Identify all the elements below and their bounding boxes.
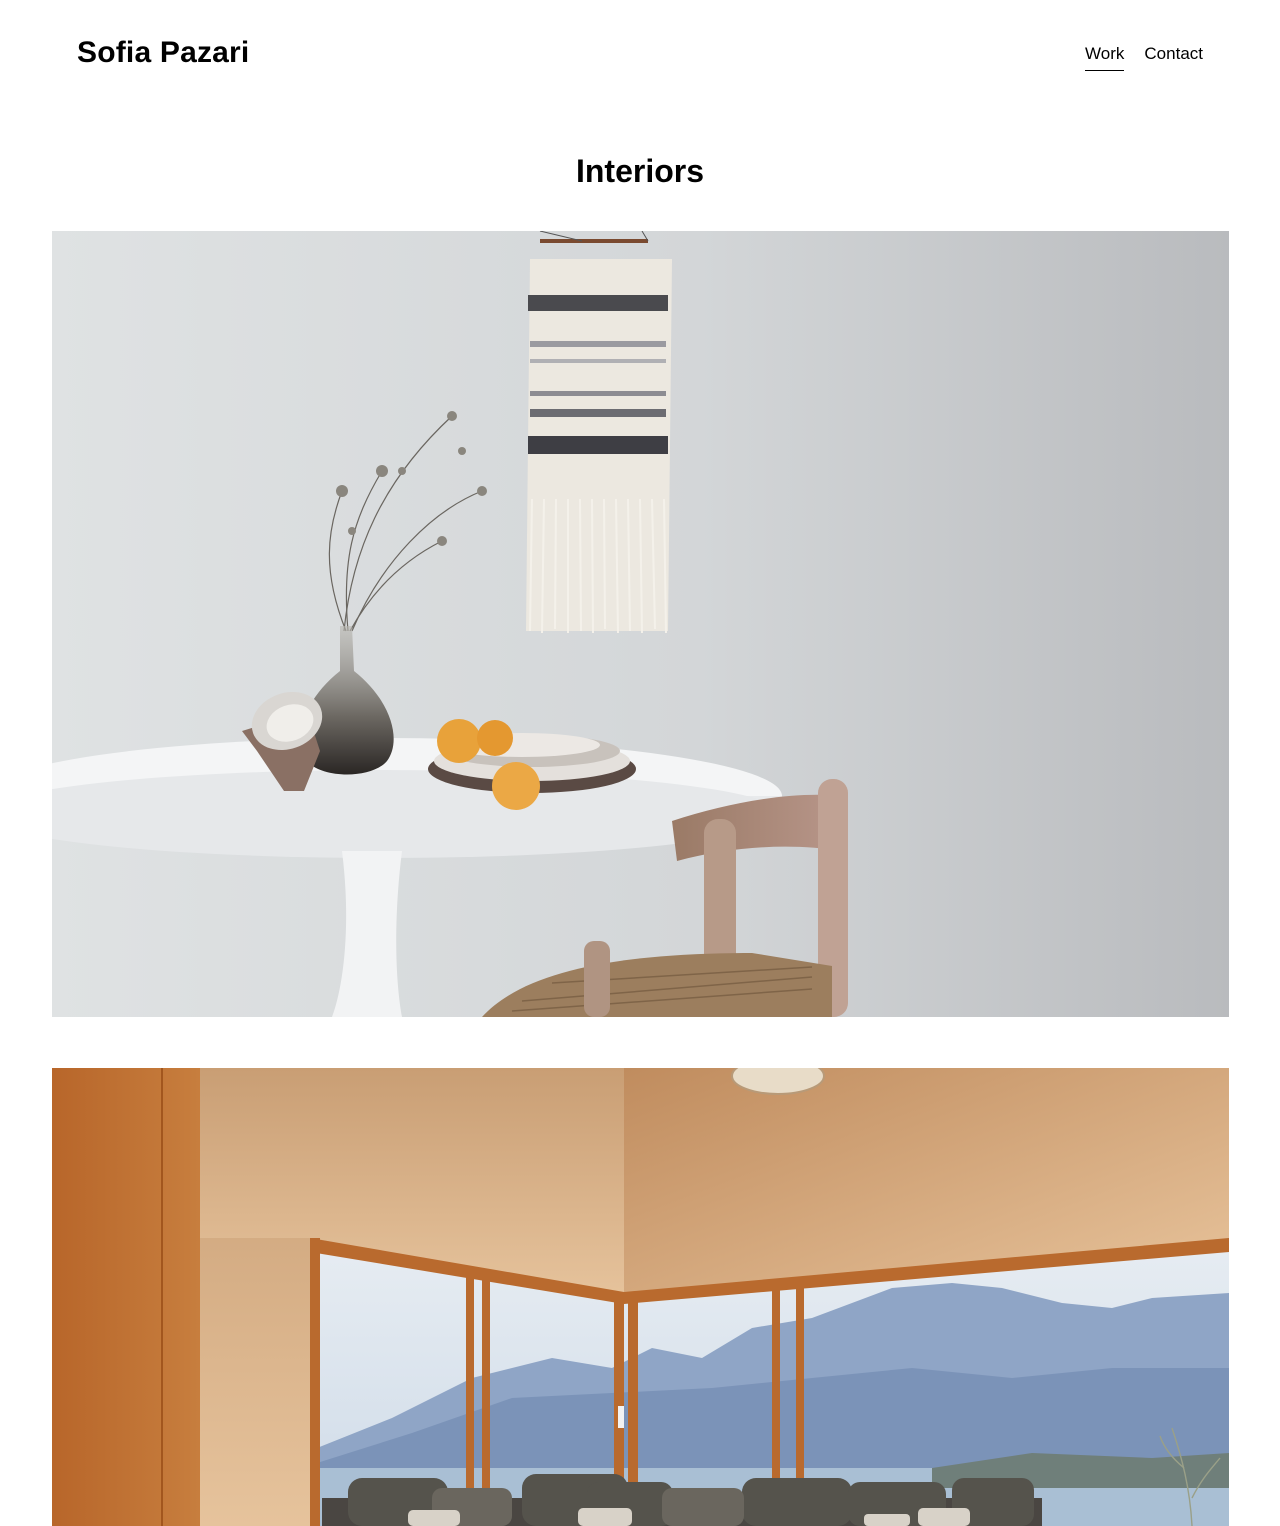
page-title: Interiors <box>575 153 705 189</box>
dining-table-photo <box>52 231 1229 1017</box>
site-header: Sofia Pazari Work Contact <box>0 0 1280 110</box>
nav-link-work[interactable]: Work <box>1085 44 1125 71</box>
gallery-image-living-room-mountain-view[interactable] <box>52 1068 1229 1526</box>
nav-link-contact[interactable]: Contact <box>1144 44 1203 71</box>
main-nav: Work Contact <box>1085 44 1203 71</box>
site-title-link[interactable]: Sofia Pazari <box>77 36 249 70</box>
gallery-image-dining-table[interactable] <box>52 231 1229 1017</box>
living-room-photo <box>52 1068 1229 1526</box>
